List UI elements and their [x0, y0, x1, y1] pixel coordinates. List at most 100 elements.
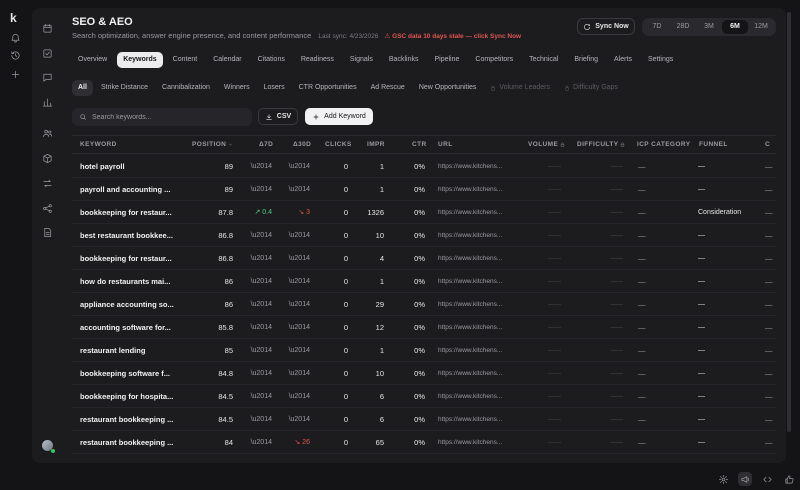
stale-data-warning[interactable]: ⚠ GSC data 10 days stale — click Sync No…: [385, 33, 522, 40]
range-12m[interactable]: 12M: [748, 20, 774, 34]
table-row[interactable]: restaurant bookkeeping ... 84.5 \u2014 \u20…: [72, 408, 776, 431]
filter-tab-new-opportunities[interactable]: New Opportunities: [413, 80, 483, 96]
tab-keywords[interactable]: Keywords: [117, 52, 163, 68]
keyword-cell[interactable]: best restaurant bookkee...: [80, 224, 180, 247]
filter-tab-winners[interactable]: Winners: [218, 80, 256, 96]
table-row[interactable]: [72, 454, 776, 463]
keyword-cell[interactable]: payroll and accounting ...: [80, 178, 180, 201]
history-icon[interactable]: [8, 48, 22, 62]
column-icp-category[interactable]: ICP CATEGORY: [637, 136, 690, 154]
table-row[interactable]: bookkeeping for restaur... 87.8 ↗ 0.4 ↘ 3 0 1…: [72, 201, 776, 224]
range-3m[interactable]: 3M: [696, 20, 722, 34]
bar-chart-icon[interactable]: [41, 96, 54, 109]
column-funnel[interactable]: FUNNEL: [699, 136, 728, 154]
url-cell[interactable]: https://www.kitchens...: [438, 155, 514, 178]
app-logo[interactable]: k: [10, 11, 17, 25]
filter-tab-losers[interactable]: Losers: [258, 80, 291, 96]
tab-alerts[interactable]: Alerts: [608, 52, 638, 68]
range-28d[interactable]: 28D: [670, 20, 696, 34]
column-impressions[interactable]: IMPR: [367, 136, 385, 154]
tab-readiness[interactable]: Readiness: [295, 52, 340, 68]
url-cell[interactable]: https://www.kitchens...: [438, 247, 514, 270]
chat-icon[interactable]: [41, 71, 54, 84]
table-row[interactable]: bookkeeping for hospita... 84.5 \u2014 \u20…: [72, 385, 776, 408]
url-cell[interactable]: https://www.kitchens...: [438, 385, 514, 408]
filter-tab-difficulty-gaps[interactable]: Difficulty Gaps: [558, 80, 624, 96]
url-cell[interactable]: https://www.kitchens...: [438, 224, 514, 247]
keyword-cell[interactable]: accounting software for...: [80, 316, 180, 339]
filter-tab-ad-rescue[interactable]: Ad Rescue: [365, 80, 411, 96]
share-icon[interactable]: [41, 202, 54, 215]
tab-calendar[interactable]: Calendar: [207, 52, 247, 68]
table-row[interactable]: payroll and accounting ... 89 \u2014 \u2014…: [72, 178, 776, 201]
url-cell[interactable]: [438, 454, 514, 463]
filter-tab-cannibalization[interactable]: Cannibalization: [156, 80, 216, 96]
column-difficulty[interactable]: DIFFICULTY: [577, 136, 625, 154]
tab-briefing[interactable]: Briefing: [568, 52, 604, 68]
add-keyword-button[interactable]: Add Keyword: [305, 108, 373, 125]
url-cell[interactable]: https://www.kitchens...: [438, 339, 514, 362]
calendar-icon[interactable]: [41, 22, 54, 35]
bell-icon[interactable]: [8, 30, 22, 44]
check-square-icon[interactable]: [41, 47, 54, 60]
sync-now-button[interactable]: Sync Now: [577, 18, 635, 35]
keyword-cell[interactable]: restaurant lending: [80, 339, 180, 362]
table-row[interactable]: accounting software for... 85.8 \u2014 \u20…: [72, 316, 776, 339]
column-url[interactable]: URL: [438, 136, 453, 154]
keyword-cell[interactable]: appliance accounting so...: [80, 293, 180, 316]
table-row[interactable]: best restaurant bookkee... 86.8 \u2014 \u20…: [72, 224, 776, 247]
keyword-cell[interactable]: [80, 454, 180, 463]
table-row[interactable]: restaurant bookkeeping ... 84 \u2014 ↘ 26 0 6…: [72, 431, 776, 454]
keyword-cell[interactable]: bookkeeping for hospita...: [80, 385, 180, 408]
column-delta-7d[interactable]: Δ7D: [259, 136, 273, 154]
column-clicks[interactable]: CLICKS: [325, 136, 352, 154]
search-input[interactable]: [92, 113, 242, 121]
table-row[interactable]: restaurant lending 85 \u2014 \u2014 0 1 0% http…: [72, 339, 776, 362]
keyword-cell[interactable]: restaurant bookkeeping ...: [80, 408, 180, 431]
keyword-cell[interactable]: bookkeeping software f...: [80, 362, 180, 385]
tab-overview[interactable]: Overview: [72, 52, 113, 68]
column-volume[interactable]: VOLUME: [528, 136, 565, 154]
users-icon[interactable]: [41, 127, 54, 140]
range-7d[interactable]: 7D: [644, 20, 670, 34]
plus-icon[interactable]: [8, 67, 22, 81]
column-keyword[interactable]: KEYWORD: [80, 136, 117, 154]
filter-tab-all[interactable]: All: [72, 80, 93, 96]
filter-tab-strike-distance[interactable]: Strike Distance: [95, 80, 154, 96]
keyword-cell[interactable]: bookkeeping for restaur...: [80, 201, 180, 224]
tab-citations[interactable]: Citations: [252, 52, 291, 68]
tab-backlinks[interactable]: Backlinks: [383, 52, 425, 68]
column-position[interactable]: POSITION: [192, 136, 233, 154]
column-extra[interactable]: C: [765, 136, 770, 154]
tab-pipeline[interactable]: Pipeline: [428, 52, 465, 68]
url-cell[interactable]: https://www.kitchens...: [438, 362, 514, 385]
url-cell[interactable]: https://www.kitchens...: [438, 431, 514, 454]
column-ctr[interactable]: CTR: [412, 136, 427, 154]
tab-technical[interactable]: Technical: [523, 52, 564, 68]
keyword-cell[interactable]: bookkeeping for restaur...: [80, 247, 180, 270]
megaphone-icon[interactable]: [738, 472, 752, 486]
tab-content[interactable]: Content: [167, 52, 204, 68]
document-icon[interactable]: [41, 226, 54, 239]
thumbs-up-icon[interactable]: [782, 472, 796, 486]
keyword-cell[interactable]: restaurant bookkeeping ...: [80, 431, 180, 454]
box-icon[interactable]: [41, 152, 54, 165]
table-row[interactable]: bookkeeping software f... 84.8 \u2014 \u201…: [72, 362, 776, 385]
code-icon[interactable]: [760, 472, 774, 486]
url-cell[interactable]: https://www.kitchens...: [438, 293, 514, 316]
page-scrollbar[interactable]: [786, 8, 792, 463]
table-row[interactable]: hotel payroll 89 \u2014 \u2014 0 1 0% https://w…: [72, 155, 776, 178]
url-cell[interactable]: https://www.kitchens...: [438, 270, 514, 293]
settings-icon[interactable]: [716, 472, 730, 486]
transfer-icon[interactable]: [41, 177, 54, 190]
table-row[interactable]: appliance accounting so... 86 \u2014 \u2014…: [72, 293, 776, 316]
url-cell[interactable]: https://www.kitchens...: [438, 201, 514, 224]
table-row[interactable]: bookkeeping for restaur... 86.8 \u2014 \u20…: [72, 247, 776, 270]
url-cell[interactable]: https://www.kitchens...: [438, 408, 514, 431]
url-cell[interactable]: https://www.kitchens...: [438, 178, 514, 201]
column-delta-30d[interactable]: Δ30D: [293, 136, 311, 154]
export-csv-button[interactable]: CSV: [258, 108, 298, 125]
keyword-cell[interactable]: hotel payroll: [80, 155, 180, 178]
table-row[interactable]: how do restaurants mai... 86 \u2014 \u2014 0…: [72, 270, 776, 293]
tab-competitors[interactable]: Competitors: [469, 52, 519, 68]
